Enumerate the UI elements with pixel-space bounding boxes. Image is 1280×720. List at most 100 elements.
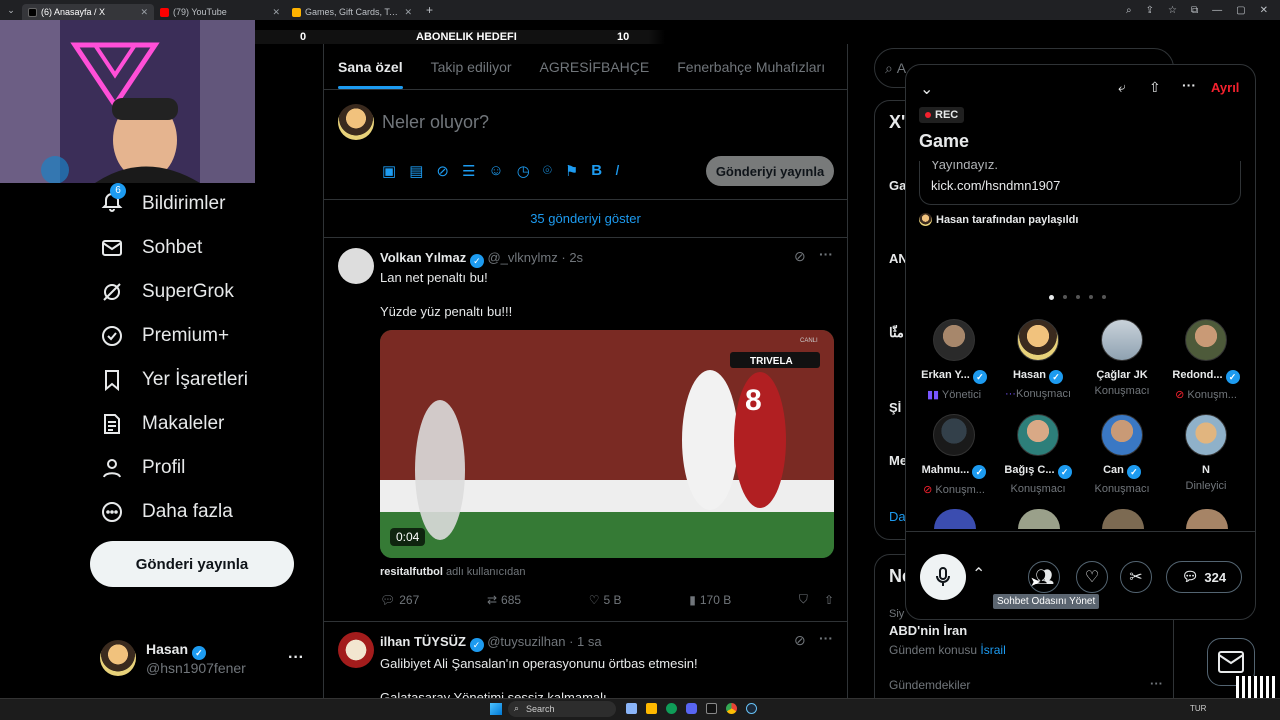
flag-icon[interactable]: ⚑	[565, 162, 578, 180]
scissors-icon: ✂	[1129, 569, 1143, 586]
react-button[interactable]: ♡	[1076, 561, 1108, 593]
views-button[interactable]: ▮ 170 B	[689, 592, 731, 607]
leave-button[interactable]: Ayrıl	[1211, 80, 1239, 95]
show-more-link[interactable]: Da	[889, 509, 906, 524]
x-app-icon[interactable]	[706, 703, 717, 714]
trend-link[interactable]: İsrail	[980, 643, 1005, 657]
folder-icon[interactable]	[646, 703, 657, 714]
star-icon[interactable]: ☆	[1168, 5, 1177, 16]
zoom-icon[interactable]: ⌕	[1126, 5, 1132, 16]
location-icon[interactable]: ⌾	[543, 162, 552, 180]
share-icon[interactable]: ⇪	[1146, 5, 1154, 16]
tweet-time[interactable]: · 1 sa	[569, 634, 602, 649]
more-icon[interactable]: ···	[1182, 77, 1196, 93]
minimize-space-icon[interactable]: ⤶	[1118, 79, 1126, 96]
tab-for-you[interactable]: Sana özel	[324, 44, 417, 89]
nav-chat[interactable]: Sohbet	[100, 228, 202, 268]
tab-x-home[interactable]: (6) Anasayfa / X ✕	[22, 4, 154, 20]
extensions-icon[interactable]: ⧉	[1191, 5, 1198, 16]
nav-notifications[interactable]: 6 Bildirimler	[100, 183, 225, 224]
source-account[interactable]: resitalfutbol	[380, 566, 443, 578]
like-button[interactable]: ♡ 5 B	[589, 592, 622, 607]
tweet[interactable]: Volkan Yılmaz ✓ @_vlknylmz · 2s ⊘ ··· La…	[324, 238, 847, 622]
bookmark-icon[interactable]: ⛉	[799, 592, 808, 607]
tweet-time[interactable]: · 2s	[561, 250, 583, 265]
comments-button[interactable]: 💬︎ 324	[1166, 561, 1242, 593]
compose-input[interactable]: Neler oluyor?	[382, 112, 489, 133]
tab-list-fe[interactable]: FE	[839, 44, 847, 89]
post-button[interactable]: Gönderi yayınla	[90, 541, 294, 587]
trend-item[interactable]: مثّا	[889, 325, 904, 341]
window-close-icon[interactable]: ✕	[1260, 5, 1268, 16]
speaker-tile[interactable]: Hasan ✓ ···Konuşmacı	[998, 319, 1078, 400]
maximize-icon[interactable]: ▢	[1236, 5, 1245, 16]
windows-start-icon[interactable]	[490, 703, 502, 715]
schedule-icon[interactable]: ◷	[517, 162, 530, 180]
close-icon[interactable]: ✕	[404, 7, 412, 18]
grok-icon[interactable]: ⊘	[436, 162, 449, 180]
app-icon[interactable]	[626, 703, 637, 714]
tweet-author[interactable]: Volkan Yılmaz	[380, 250, 466, 265]
nav-bookmarks[interactable]: Yer İşaretleri	[100, 360, 248, 400]
gif-icon[interactable]: ▤	[409, 162, 423, 180]
speaker-tile[interactable]: Redond... ✓ ⊘ Konuşm...	[1166, 319, 1246, 401]
discord-icon[interactable]	[686, 703, 697, 714]
italic-icon[interactable]: I	[615, 162, 619, 180]
more-icon[interactable]: ···	[1150, 676, 1163, 691]
tab-games[interactable]: Games, Gift Cards, Top-Ups & ... ✕	[286, 4, 418, 20]
chevron-down-icon[interactable]: ⌄	[920, 79, 933, 99]
nav-articles[interactable]: Makaleler	[100, 404, 224, 444]
bold-icon[interactable]: B	[591, 162, 602, 180]
tab-youtube[interactable]: (79) YouTube ✕	[154, 4, 286, 20]
grok-icon[interactable]: ⊘	[794, 248, 806, 265]
more-icon[interactable]: ···	[819, 246, 833, 262]
speaker-tile[interactable]: Can ✓ Konuşmacı	[1082, 414, 1162, 495]
compose-post-button[interactable]: Gönderiyi yayınla	[706, 156, 834, 186]
taskbar-search[interactable]: ⌕ Search	[508, 701, 616, 717]
grok-icon[interactable]: ⊘	[794, 632, 806, 649]
retweet-button[interactable]: ⇄ 685	[487, 592, 521, 607]
share-icon[interactable]: ⇧	[824, 593, 834, 607]
description-link[interactable]: kick.com/hsndmn1907	[931, 178, 1060, 193]
clip-button[interactable]: ✂	[1120, 561, 1152, 593]
chevron-up-icon[interactable]: ⌃	[972, 564, 985, 584]
language-indicator[interactable]: TUR	[1190, 704, 1206, 713]
tweet-handle[interactable]: @tuysuzilhan	[487, 634, 565, 649]
speaker-tile[interactable]: Bağış C... ✓ Konuşmacı	[998, 414, 1078, 495]
speaker-tile[interactable]: Erkan Y... ✓ ▮▮ Yönetici	[914, 319, 994, 401]
poll-icon[interactable]: ☰	[462, 162, 475, 180]
speaker-tile[interactable]: Çağlar JK Konuşmacı	[1082, 319, 1162, 397]
show-new-posts[interactable]: 35 gönderiyi göster	[324, 200, 847, 238]
new-tab-button[interactable]: +	[418, 3, 441, 17]
close-icon[interactable]: ✕	[140, 7, 148, 18]
image-icon[interactable]: ▣	[382, 162, 396, 180]
trend-item[interactable]: Şİ	[889, 400, 901, 415]
tab-following[interactable]: Takip ediliyor	[417, 44, 526, 89]
more-icon[interactable]: ···	[288, 649, 304, 667]
speaker-tile[interactable]: N Dinleyici	[1166, 414, 1246, 492]
reply-button[interactable]: 💬︎ 267	[380, 592, 419, 607]
tab-list-fenerbahce[interactable]: Fenerbahçe Muhafızları	[663, 44, 839, 89]
chrome-icon[interactable]	[726, 703, 737, 714]
edge-icon[interactable]	[666, 703, 677, 714]
trend-item[interactable]: Ga	[889, 178, 906, 193]
nav-supergrok[interactable]: SuperGrok	[100, 272, 234, 312]
close-icon[interactable]: ✕	[272, 7, 280, 18]
mic-button[interactable]	[920, 554, 966, 600]
trend-title[interactable]: ABD'nin İran	[889, 623, 967, 638]
nav-profile[interactable]: Profil	[100, 448, 185, 488]
nav-more[interactable]: Daha fazla	[100, 492, 233, 532]
emoji-icon[interactable]: ☺	[488, 162, 503, 180]
tweet-video[interactable]: TRIVELA CANLI 8 0:04	[380, 330, 834, 558]
more-icon[interactable]: ···	[819, 630, 833, 646]
share-icon[interactable]: ⇧	[1149, 79, 1161, 96]
tweet-author[interactable]: ilhan TÜYSÜZ	[380, 634, 466, 649]
steam-icon[interactable]	[746, 703, 757, 714]
tab-search-icon[interactable]: ⌄	[0, 5, 22, 16]
minimize-icon[interactable]: —	[1212, 5, 1222, 16]
nav-premium[interactable]: Premium+	[100, 316, 229, 356]
speaker-tile[interactable]: Mahmu... ✓ ⊘ Konuşm...	[914, 414, 994, 496]
account-switcher[interactable]: Hasan ✓ @hsn1907fener ···	[100, 638, 310, 678]
tab-list-agresifbahce[interactable]: AGRESİFBAHÇE	[526, 44, 664, 89]
tweet-handle[interactable]: @_vlknylmz	[487, 250, 557, 265]
